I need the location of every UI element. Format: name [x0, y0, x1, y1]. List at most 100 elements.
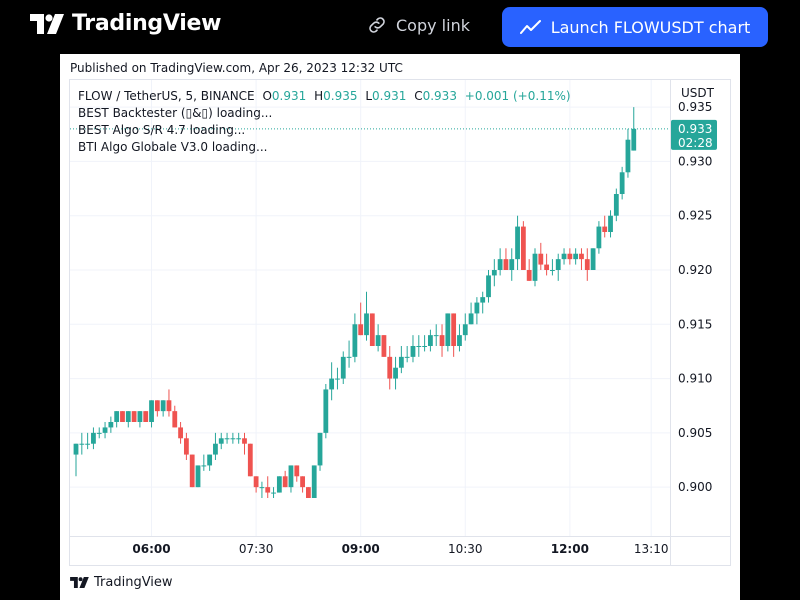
candle-body[interactable]	[468, 313, 474, 325]
candle-body[interactable]	[79, 443, 85, 445]
candle-body[interactable]	[375, 335, 381, 346]
candle-body[interactable]	[114, 411, 120, 422]
candle-body[interactable]	[457, 335, 462, 346]
candle-body[interactable]	[486, 275, 491, 298]
candle-body[interactable]	[166, 400, 172, 412]
candle-body[interactable]	[224, 438, 230, 440]
candle-body[interactable]	[584, 259, 590, 270]
candle-body[interactable]	[183, 438, 189, 455]
candle-body[interactable]	[544, 264, 550, 270]
candle-body[interactable]	[207, 454, 213, 466]
candle-body[interactable]	[288, 465, 294, 488]
candle-body[interactable]	[91, 432, 96, 444]
candle-body[interactable]	[242, 438, 247, 444]
candle-body[interactable]	[613, 194, 619, 216]
candle-body[interactable]	[306, 487, 311, 498]
candle-body[interactable]	[410, 346, 416, 357]
candle-body[interactable]	[154, 400, 160, 412]
candle-body[interactable]	[509, 259, 515, 270]
footer-brand[interactable]: TradingView	[70, 575, 173, 590]
candle-body[interactable]	[276, 476, 282, 493]
candle-body[interactable]	[230, 438, 236, 440]
candle-body[interactable]	[428, 335, 433, 346]
candle-body[interactable]	[195, 465, 201, 488]
chart-frame[interactable]: 0.900 0.905 0.910 0.915 0.920 0.925 0.930 0.935…	[69, 79, 731, 566]
candle-body[interactable]	[462, 324, 468, 336]
candle-body[interactable]	[561, 253, 567, 260]
candle-body[interactable]	[358, 324, 364, 336]
candle-body[interactable]	[520, 226, 526, 270]
candle-body[interactable]	[567, 253, 573, 260]
candle-body[interactable]	[131, 411, 137, 422]
candle-body[interactable]	[364, 313, 369, 336]
candle-body[interactable]	[340, 356, 346, 379]
candle-body[interactable]	[416, 346, 422, 347]
candle-body[interactable]	[515, 226, 520, 260]
candle-body[interactable]	[387, 356, 393, 379]
candle-body[interactable]	[608, 215, 613, 232]
candle-body[interactable]	[282, 476, 288, 488]
candle-body[interactable]	[300, 476, 305, 488]
candle-body[interactable]	[271, 492, 276, 494]
candle-body[interactable]	[619, 172, 625, 194]
indicator-row[interactable]: BEST Backtester (▯&▯) loading...	[78, 105, 571, 122]
candle-body[interactable]	[143, 411, 149, 422]
candle-body[interactable]	[201, 465, 207, 467]
candle-body[interactable]	[189, 454, 195, 488]
candle-body[interactable]	[120, 411, 125, 422]
candle-body[interactable]	[125, 411, 131, 422]
candle-body[interactable]	[555, 259, 561, 270]
candle-body[interactable]	[335, 378, 340, 380]
candle-body[interactable]	[393, 367, 398, 379]
candle-body[interactable]	[213, 443, 218, 455]
candle-body[interactable]	[137, 411, 143, 422]
candle-body[interactable]	[369, 313, 375, 346]
candle-body[interactable]	[631, 128, 637, 151]
candle-body[interactable]	[422, 346, 427, 347]
candle-body[interactable]	[590, 248, 596, 270]
candle-body[interactable]	[85, 443, 91, 445]
candle-body[interactable]	[579, 253, 584, 260]
candle-body[interactable]	[247, 443, 253, 477]
candle-body[interactable]	[108, 422, 114, 428]
candle-body[interactable]	[439, 335, 445, 346]
candle-body[interactable]	[149, 400, 154, 422]
candle-body[interactable]	[491, 270, 497, 276]
candle-body[interactable]	[253, 476, 259, 488]
indicator-row[interactable]: BEST Algo S/R 4.7 loading...	[78, 122, 571, 139]
candle-body[interactable]	[73, 443, 79, 455]
candle-body[interactable]	[178, 427, 183, 439]
candle-body[interactable]	[317, 432, 323, 466]
candle-body[interactable]	[573, 253, 579, 260]
candle-body[interactable]	[445, 313, 451, 346]
candle-body[interactable]	[218, 438, 224, 444]
candle-body[interactable]	[538, 253, 544, 265]
candle-body[interactable]	[451, 313, 457, 346]
candle-body[interactable]	[404, 356, 410, 358]
candle-body[interactable]	[602, 226, 608, 232]
indicator-row[interactable]: BTI Algo Globale V3.0 loading...	[78, 139, 571, 156]
candle-body[interactable]	[236, 438, 242, 440]
candle-body[interactable]	[625, 139, 631, 173]
candle-body[interactable]	[323, 389, 329, 433]
brand[interactable]: TradingView	[30, 11, 221, 36]
candle-body[interactable]	[526, 270, 532, 281]
candle-body[interactable]	[550, 270, 555, 271]
candle-body[interactable]	[398, 356, 404, 368]
candle-body[interactable]	[480, 297, 486, 303]
candle-body[interactable]	[172, 411, 178, 428]
candle-body[interactable]	[503, 259, 509, 270]
candle-body[interactable]	[381, 335, 387, 357]
candle-body[interactable]	[265, 487, 271, 493]
candle-body[interactable]	[532, 253, 538, 281]
candle-body[interactable]	[433, 335, 439, 337]
candle-body[interactable]	[96, 432, 102, 434]
candle-body[interactable]	[596, 226, 602, 249]
candle-body[interactable]	[311, 465, 317, 498]
candle-body[interactable]	[474, 302, 480, 314]
launch-chart-button[interactable]: Launch FLOWUSDT chart	[502, 7, 768, 47]
candle-body[interactable]	[102, 427, 108, 433]
candle-body[interactable]	[497, 259, 503, 270]
candle-body[interactable]	[352, 324, 358, 357]
candle-body[interactable]	[294, 465, 300, 477]
